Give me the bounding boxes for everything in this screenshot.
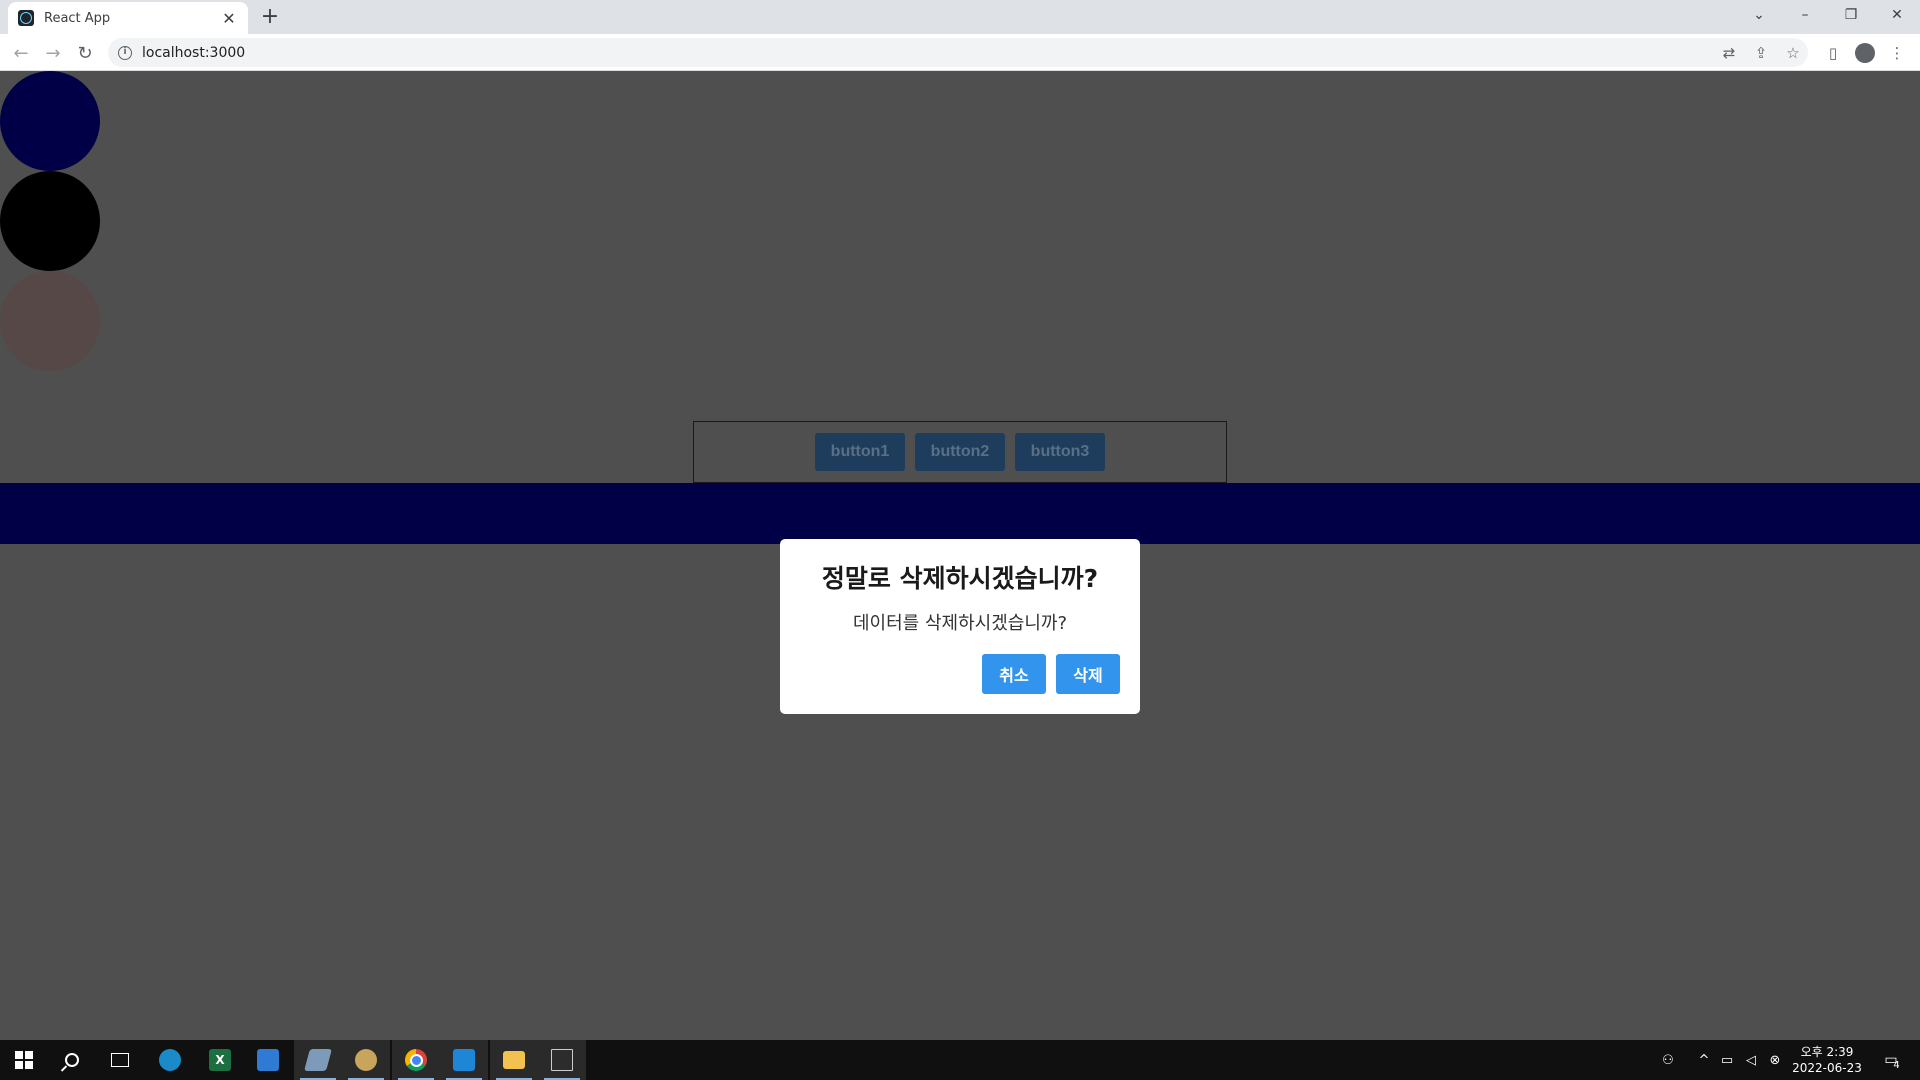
address-bar[interactable]: i localhost:3000 [108,38,1808,67]
status-error-icon[interactable]: ⊗ [1764,1040,1786,1080]
tab-close-icon[interactable]: ✕ [220,9,238,28]
delete-button[interactable]: 삭제 [1056,654,1120,694]
back-button[interactable]: ← [8,40,34,66]
file-explorer-app-icon [503,1051,525,1069]
side-panel-icon[interactable]: ▯ [1822,42,1844,64]
start-button[interactable] [0,1040,48,1080]
volume-muted-icon[interactable]: ◁ [1740,1040,1762,1080]
taskbar-excel[interactable]: X [196,1040,244,1080]
taskbar-terminal[interactable] [538,1040,586,1080]
button2[interactable]: button2 [915,433,1005,471]
taskbar-pen-app[interactable] [294,1040,342,1080]
navy-band [0,483,1920,544]
taskbar-file-explorer[interactable] [490,1040,538,1080]
taskbar-notepad[interactable] [244,1040,292,1080]
reload-button[interactable]: ↻ [72,40,98,66]
new-tab-button[interactable]: + [258,6,282,30]
dialog-message: 데이터를 삭제하시겠습니까? [853,613,1067,634]
vscode-app-icon [453,1049,475,1071]
close-window-button[interactable]: ✕ [1874,0,1920,30]
circle-black [0,171,100,271]
network-icon[interactable]: ▭ [1716,1040,1738,1080]
task-view-button[interactable] [96,1040,144,1080]
search-button[interactable] [48,1040,96,1080]
delete-confirm-dialog: 정말로 삭제하시겠습니까? 데이터를 삭제하시겠습니까? 취소 삭제 [780,539,1140,714]
task-view-icon [111,1053,129,1067]
button-panel: button1 button2 button3 [693,421,1227,483]
tray-chevron-up-icon[interactable]: ^ [1694,1040,1714,1080]
taskbar-messenger[interactable] [146,1040,194,1080]
share-icon[interactable]: ⇪ [1750,42,1772,64]
profile-avatar[interactable] [1854,42,1876,64]
chrome-app-icon [405,1049,427,1071]
notepad-app-icon [257,1049,279,1071]
browser-menu-icon[interactable]: ⋮ [1886,42,1908,64]
people-icon[interactable]: ⚇ [1656,1040,1680,1080]
search-icon [65,1053,79,1067]
button1[interactable]: button1 [815,433,905,471]
browser-toolbar: ← → ↻ i localhost:3000 ⇄ ⇪ ☆ ▯ ⋮ [0,34,1920,71]
page-viewport: button1 button2 button3 정말로 삭제하시겠습니까? 데이… [0,71,1920,1039]
paint-app-icon [355,1049,377,1071]
terminal-app-icon [551,1049,573,1071]
clock-time: 오후 2:39 [1800,1045,1854,1059]
site-info-icon[interactable]: i [118,45,132,60]
translate-icon[interactable]: ⇄ [1718,42,1740,64]
clock-date: 2022-06-23 [1792,1061,1862,1075]
forward-button[interactable]: → [40,40,66,66]
minimize-button[interactable]: – [1782,0,1828,30]
taskbar-vscode[interactable] [440,1040,488,1080]
messenger-app-icon [159,1049,181,1071]
windows-logo-icon [15,1051,33,1069]
circle-navy [0,71,100,171]
excel-app-icon: X [209,1049,231,1071]
taskbar-paint-app[interactable] [342,1040,390,1080]
windows-taskbar: X ⚇ ^ ▭ ◁ ⊗ 오후 2:39 2022-06-23 ▭ 4 [0,1040,1920,1080]
pen-app-icon [304,1049,332,1071]
tab-title: React App [44,10,111,26]
circle-brown [0,271,100,371]
notification-count: 4 [1893,1060,1900,1071]
restore-button[interactable]: ❐ [1828,0,1874,30]
browser-tab-bar: React App ✕ + ⌄ – ❐ ✕ [0,0,1920,34]
tab-search-icon[interactable]: ⌄ [1736,0,1782,30]
cancel-button[interactable]: 취소 [982,654,1046,694]
bookmark-star-icon[interactable]: ☆ [1782,42,1804,64]
dialog-actions: 취소 삭제 [982,654,1120,694]
button3[interactable]: button3 [1015,433,1105,471]
taskbar-chrome[interactable] [392,1040,440,1080]
taskbar-clock[interactable]: 오후 2:39 2022-06-23 [1790,1044,1864,1076]
url-text: localhost:3000 [142,44,246,61]
react-favicon-icon [18,10,34,26]
dialog-title: 정말로 삭제하시겠습니까? [821,564,1099,593]
avatar-icon [1855,43,1875,63]
browser-tab[interactable]: React App ✕ [8,2,248,34]
